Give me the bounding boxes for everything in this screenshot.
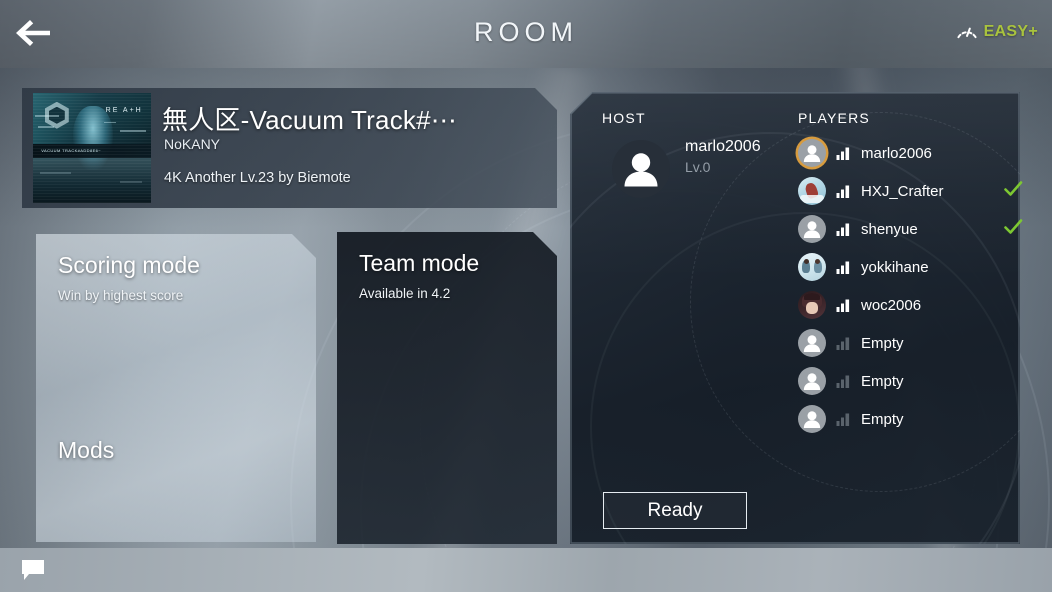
signal-bars-icon — [836, 335, 852, 351]
chat-bubble-icon — [22, 560, 44, 580]
player-name: yokkihane — [861, 258, 929, 276]
host-level: Lv.0 — [685, 159, 711, 175]
player-avatar — [798, 367, 826, 395]
player-avatar-host — [798, 139, 826, 167]
signal-bars-icon — [836, 297, 852, 313]
difficulty-label: EASY+ — [983, 23, 1038, 40]
signal-bars-icon — [836, 411, 852, 427]
song-title: 無人区-Vacuum Track#⋯ — [162, 105, 457, 135]
person-avatar-icon — [624, 153, 658, 187]
team-mode-title: Team mode — [359, 250, 480, 276]
top-bar: ROOM EASY+ — [0, 0, 1052, 68]
player-name: marlo2006 — [861, 144, 932, 162]
players-column-header: PLAYERS — [798, 110, 870, 128]
scoring-mode-panel[interactable]: Scoring mode Win by highest score Mods — [36, 234, 316, 542]
player-slot-empty-label: Empty — [861, 410, 904, 428]
player-avatar — [798, 329, 826, 357]
page-title: ROOM — [474, 17, 578, 47]
player-row[interactable]: yokkihane — [798, 248, 1013, 286]
person-avatar-icon — [803, 411, 821, 428]
host-name: marlo2006 — [685, 138, 761, 155]
team-mode-panel[interactable]: Team mode Available in 4.2 — [337, 232, 557, 544]
player-name: shenyue — [861, 220, 918, 238]
player-avatar — [798, 177, 826, 205]
players-label: PLAYERS — [798, 110, 870, 126]
player-row[interactable]: shenyue — [798, 210, 1023, 248]
player-name: HXJ_Crafter — [861, 182, 944, 200]
host-column-header: HOST — [602, 110, 646, 128]
person-avatar-icon — [803, 335, 821, 352]
player-row[interactable]: HXJ_Crafter — [798, 172, 1023, 210]
host-avatar — [612, 140, 670, 198]
person-avatar-icon — [803, 221, 821, 238]
mods-button[interactable]: Mods — [58, 437, 114, 464]
signal-bars-icon — [836, 145, 852, 161]
scoring-mode-title: Scoring mode — [58, 252, 200, 278]
player-name: woc2006 — [861, 296, 922, 314]
signal-bars-icon — [836, 259, 852, 275]
player-list: marlo2006 HXJ_Craftershenyue yokkihane woc2… — [798, 134, 1023, 438]
signal-bars-icon — [836, 373, 852, 389]
song-chart-info: 4K Another Lv.23 by Biemote — [164, 170, 351, 186]
player-avatar — [798, 291, 826, 319]
song-artist: NoKANY — [164, 136, 221, 152]
ready-button[interactable]: Ready — [603, 492, 747, 529]
signal-bars-icon — [836, 183, 852, 199]
signal-bars-icon — [836, 221, 852, 237]
difficulty-indicator[interactable]: EASY+ — [955, 20, 1038, 44]
player-row[interactable]: marlo2006 — [798, 134, 1013, 172]
album-art-scanlines — [33, 93, 151, 203]
player-avatar — [798, 253, 826, 281]
player-row[interactable]: woc2006 — [798, 286, 1013, 324]
room-screen: ROOM EASY+ RE A+H VACUUM TRACK#ADD8E6~ — [0, 0, 1052, 592]
person-avatar-icon — [803, 145, 821, 162]
player-row[interactable]: Empty — [798, 400, 1013, 438]
player-slot-empty-label: Empty — [861, 372, 904, 390]
bottom-bar — [0, 548, 1052, 592]
team-mode-subtitle: Available in 4.2 — [359, 286, 451, 301]
player-row[interactable]: Empty — [798, 324, 1013, 362]
ready-check-icon — [1003, 179, 1023, 199]
player-avatar — [798, 215, 826, 243]
host-label: HOST — [602, 110, 646, 126]
album-art: RE A+H VACUUM TRACK#ADD8E6~ — [33, 93, 151, 203]
player-row[interactable]: Empty — [798, 362, 1013, 400]
player-slot-empty-label: Empty — [861, 334, 904, 352]
person-avatar-icon — [803, 373, 821, 390]
player-avatar — [798, 405, 826, 433]
scoring-mode-subtitle: Win by highest score — [58, 288, 184, 303]
chat-button[interactable] — [21, 559, 45, 581]
ready-check-icon — [1003, 217, 1023, 237]
gauge-icon — [956, 27, 977, 39]
